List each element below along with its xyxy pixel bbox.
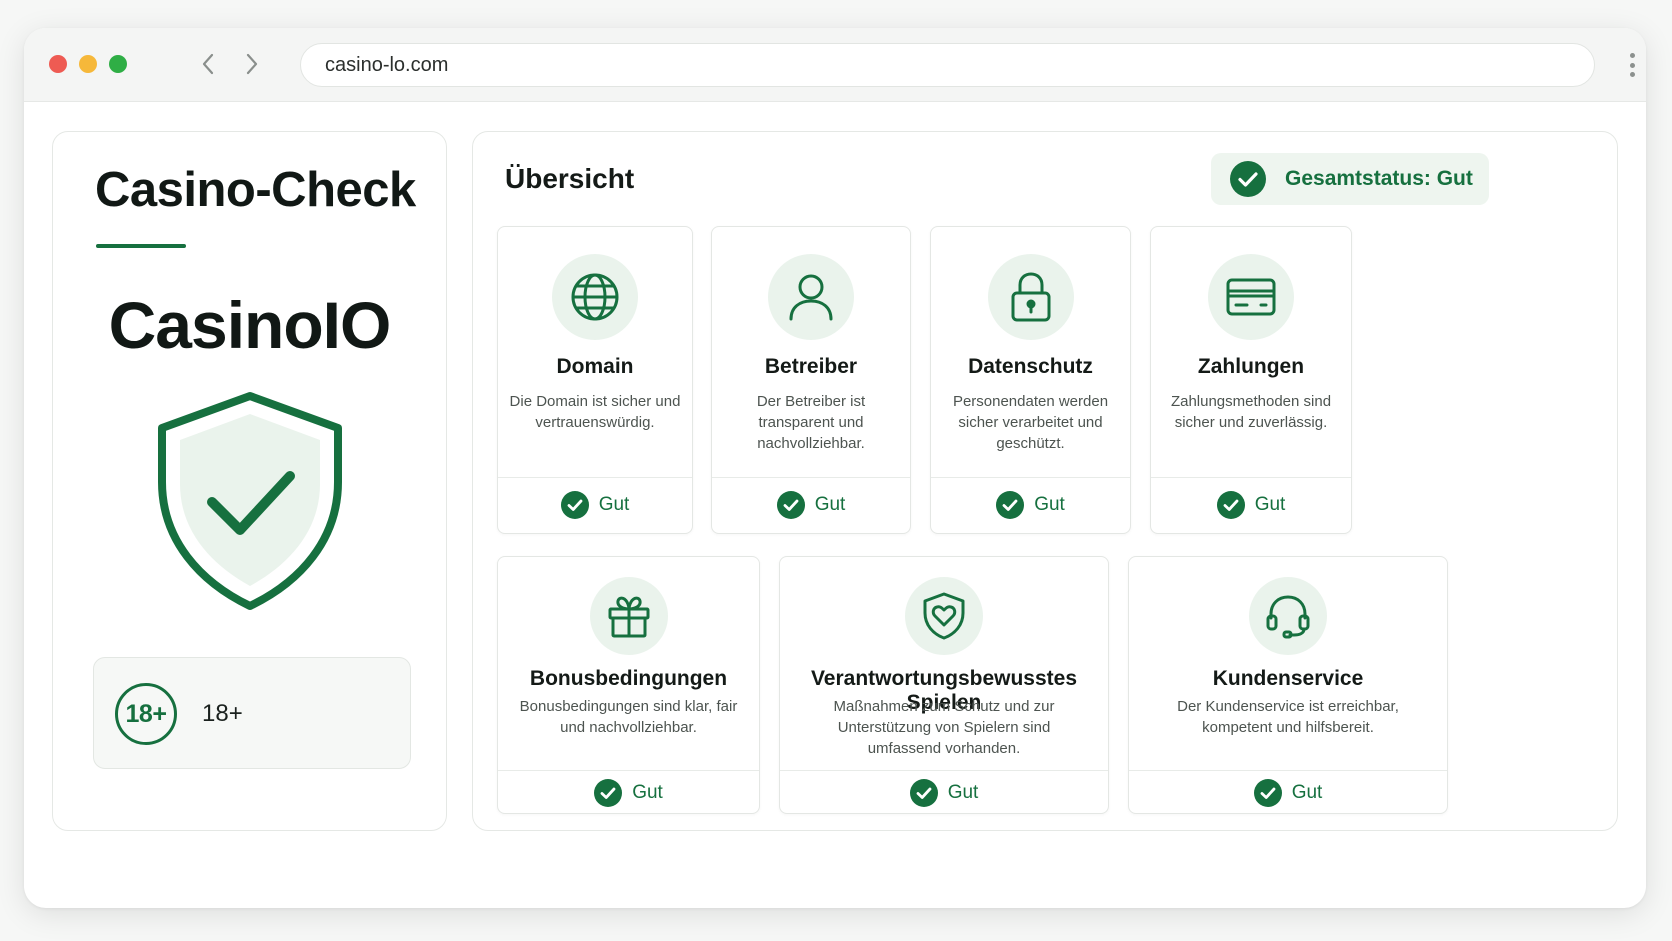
card-status-label: Gut [632, 782, 663, 803]
card-status: Gut [498, 779, 759, 807]
overview-panel: Übersicht Gesamtstatus: Gut Domain Die D… [472, 131, 1618, 831]
icon-circle [552, 254, 638, 340]
shield-heart-icon [923, 592, 965, 640]
globe-icon [571, 273, 619, 321]
card-description: Maßnahmen zum Schutz und zur Unterstützu… [833, 698, 1055, 757]
card-status: Gut [498, 491, 692, 519]
card-description: Die Domain ist sicher und vertrauenswürd… [509, 393, 681, 431]
overview-title: Übersicht [505, 163, 635, 194]
close-window-button[interactable] [49, 55, 67, 73]
card-title: Kundenservice [1212, 667, 1364, 690]
check-circle-icon [1216, 491, 1245, 519]
card-divider [931, 477, 1130, 478]
check-circle-icon [594, 779, 623, 807]
card-description: Der Kundenservice ist erreichbar, kompet… [1177, 698, 1399, 736]
maximize-window-button[interactable] [109, 55, 127, 73]
browser-menu-button[interactable] [1622, 50, 1642, 80]
card-divider [712, 477, 910, 478]
card-divider [498, 770, 759, 771]
card-description: Personendaten werden sicher verarbeitet … [952, 393, 1109, 452]
card-status-label: Gut [598, 494, 630, 515]
lock-icon [1011, 272, 1050, 322]
check-circle-icon [776, 491, 805, 519]
check-circle-icon [1253, 779, 1282, 807]
card-title: Betreiber [764, 355, 858, 378]
card-description: Der Betreiber ist transparent und nachvo… [756, 393, 866, 452]
chevron-left-icon [202, 53, 214, 75]
casino-summary-panel: Casino-Check CasinoIO 18+ 18+ [52, 131, 447, 831]
card-description: Zahlungsmethoden sind sicher und zuverlä… [1170, 393, 1332, 431]
forward-button[interactable] [238, 50, 266, 78]
card-description: Bonusbedingungen sind klar, fair und nac… [519, 698, 738, 736]
browser-titlebar: casino-lo.com [24, 28, 1646, 102]
menu-dot [1629, 53, 1635, 58]
url-text: casino-lo.com [325, 53, 449, 76]
card-status-label: Gut [814, 494, 846, 515]
casino-name: CasinoIO [108, 288, 392, 362]
card-status: Gut [1129, 779, 1447, 807]
title-underline [96, 244, 186, 248]
credit-card-icon [1226, 278, 1276, 316]
card-responsible-gaming[interactable]: Verantwortungsbewusstes Spielen Maßnahme… [779, 556, 1109, 814]
check-circle-icon [1230, 161, 1266, 197]
check-circle-icon [560, 491, 589, 519]
card-title: Domain [556, 355, 634, 378]
user-icon [789, 274, 833, 321]
card-customer-service[interactable]: Kundenservice Der Kundenservice ist erre… [1128, 556, 1448, 814]
icon-circle [987, 254, 1074, 340]
card-operator[interactable]: Betreiber Der Betreiber ist transparent … [711, 226, 911, 534]
card-status: Gut [1151, 491, 1351, 519]
menu-dot [1629, 62, 1635, 68]
browser-window: casino-lo.com Casino-Check CasinoIO 18+ … [24, 28, 1646, 908]
icon-circle [589, 577, 668, 655]
shield-check-icon [158, 392, 342, 610]
headset-icon [1266, 595, 1310, 639]
card-divider [1129, 770, 1447, 771]
age-badge: 18+ [115, 683, 177, 745]
overall-status-badge: Gesamtstatus: Gut [1211, 153, 1489, 205]
icon-circle [1208, 254, 1294, 340]
card-status: Gut [712, 491, 910, 519]
card-status: Gut [780, 779, 1108, 807]
check-circle-icon [996, 491, 1025, 519]
card-title: Zahlungen [1197, 355, 1305, 378]
card-divider [498, 477, 692, 478]
gift-icon [608, 596, 649, 638]
card-status: Gut [931, 491, 1130, 519]
address-bar[interactable]: casino-lo.com [300, 43, 1595, 87]
card-privacy[interactable]: Datenschutz Personendaten werden sicher … [930, 226, 1131, 534]
card-status-label: Gut [1034, 494, 1065, 515]
icon-circle [768, 254, 854, 340]
card-status-label: Gut [1291, 782, 1323, 803]
card-payments[interactable]: Zahlungen Zahlungsmethoden sind sicher u… [1150, 226, 1352, 534]
icon-circle [1249, 577, 1327, 655]
age-restriction-box: 18+ 18+ [93, 657, 411, 769]
card-domain[interactable]: Domain Die Domain ist sicher und vertrau… [497, 226, 693, 534]
card-divider [1151, 477, 1351, 478]
overall-status-label: Gesamtstatus: Gut [1285, 167, 1473, 190]
check-circle-icon [909, 779, 938, 807]
card-status-label: Gut [1254, 494, 1286, 515]
card-bonus-terms[interactable]: Bonusbedingungen Bonusbedingungen sind k… [497, 556, 760, 814]
back-button[interactable] [194, 50, 222, 78]
card-title: Bonusbedingungen [529, 667, 728, 690]
card-status-label: Gut [947, 782, 979, 803]
chevron-right-icon [246, 53, 258, 75]
card-title: Datenschutz [968, 355, 1093, 378]
age-label: 18+ [202, 700, 243, 727]
menu-dot [1629, 72, 1635, 77]
icon-circle [905, 577, 983, 655]
card-divider [780, 770, 1108, 771]
minimize-window-button[interactable] [79, 55, 97, 73]
page-title: Casino-Check [95, 163, 416, 217]
